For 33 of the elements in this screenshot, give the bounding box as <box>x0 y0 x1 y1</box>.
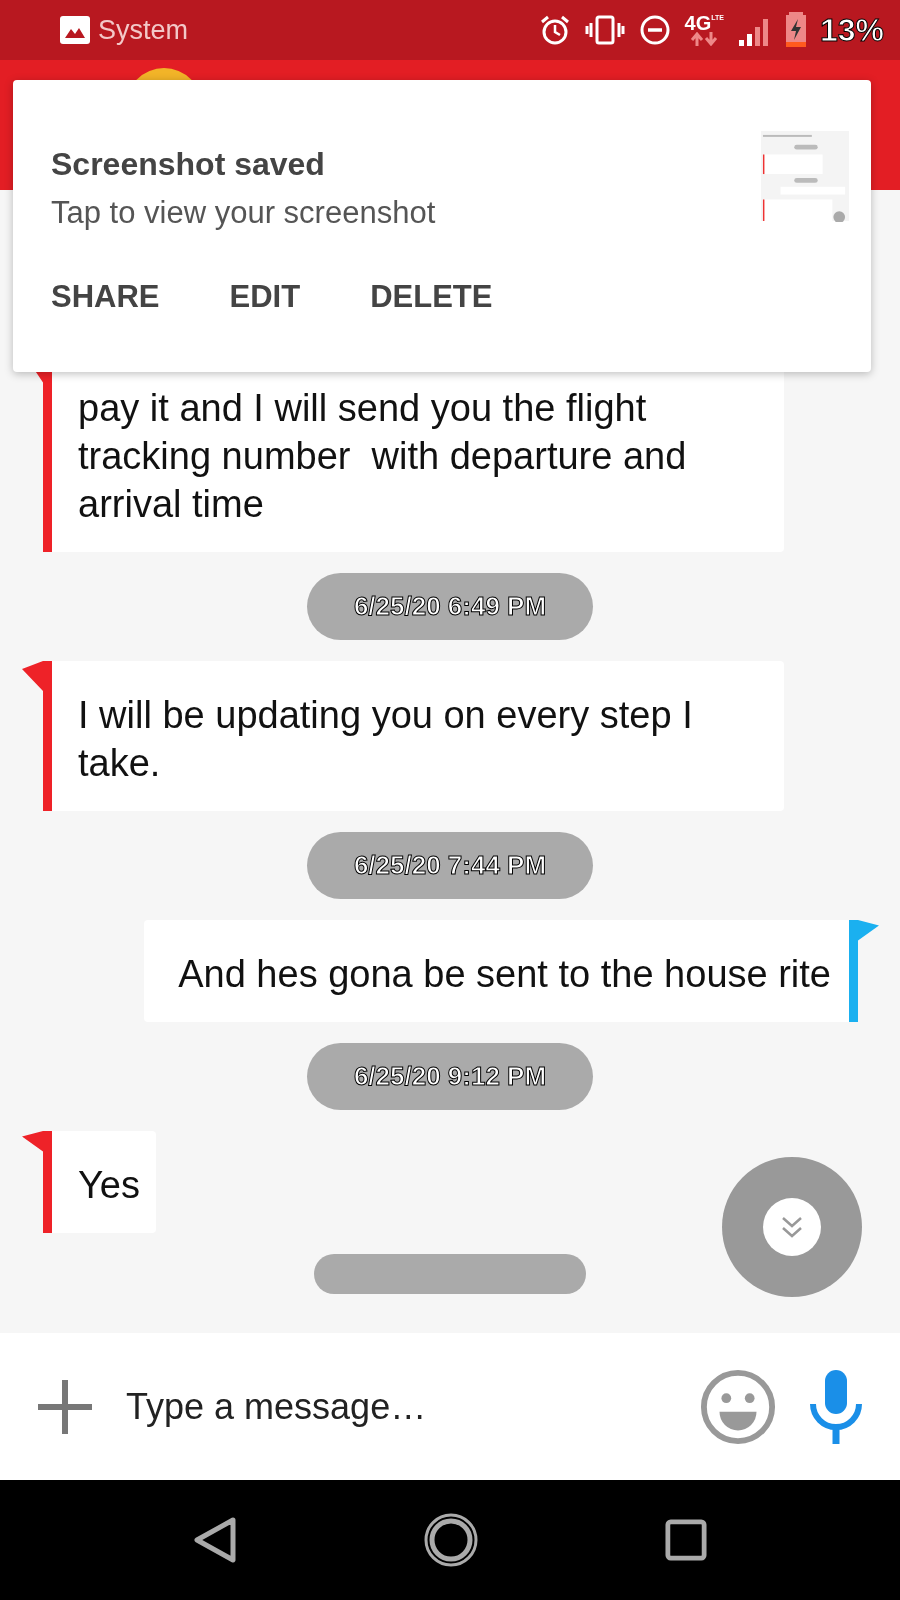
add-icon[interactable] <box>36 1377 94 1436</box>
back-icon[interactable] <box>193 1516 237 1564</box>
notification-text: Tap to view your screenshot <box>51 195 436 231</box>
message-bubble[interactable]: And hes gona be sent to the house rite <box>143 920 849 1022</box>
double-chevron-icon <box>763 1198 821 1256</box>
notification-title: Screenshot saved <box>51 146 326 183</box>
message-bubble[interactable]: Yes <box>52 1131 156 1233</box>
home-icon[interactable] <box>423 1512 479 1568</box>
emoji-icon[interactable] <box>700 1368 776 1445</box>
timestamp: 6/25/20 7:44 PM <box>307 832 593 899</box>
notification-label: System <box>98 14 189 46</box>
battery-percentage: 13% <box>819 11 884 49</box>
timestamp: 6/25/20 9:12 PM <box>307 1043 593 1110</box>
timestamp: 6/25/20 6:49 PM <box>307 573 593 640</box>
data-arrows-icon <box>690 32 719 46</box>
notification-card[interactable]: Screenshot saved Tap to view your screenshot SHARE EDIT DELETE <box>13 80 871 372</box>
alarm-icon <box>538 14 571 46</box>
gallery-icon <box>60 16 90 44</box>
message-bubble[interactable]: I will be updating you on every step I take. <box>52 661 784 811</box>
notification-action[interactable]: DELETE <box>370 279 493 315</box>
vibrate-icon <box>584 14 625 46</box>
message-input[interactable]: Type a message… <box>126 1385 668 1428</box>
battery-icon <box>785 12 806 48</box>
network-type: 4G <box>684 14 712 32</box>
notification-action[interactable]: EDIT <box>229 279 301 315</box>
microphone-icon[interactable] <box>808 1367 864 1446</box>
do-not-disturb-icon <box>638 14 671 46</box>
notification-action[interactable]: SHARE <box>51 279 160 315</box>
message-text: Yes <box>78 1163 140 1208</box>
recents-icon[interactable] <box>665 1519 707 1561</box>
message-text: pay it and I will send you the flight tracking number with departure and arrival time <box>78 386 688 527</box>
message-text: I will be updating you on every step I take. <box>78 693 694 786</box>
message-text: And hes gona be sent to the house rite <box>177 952 831 997</box>
